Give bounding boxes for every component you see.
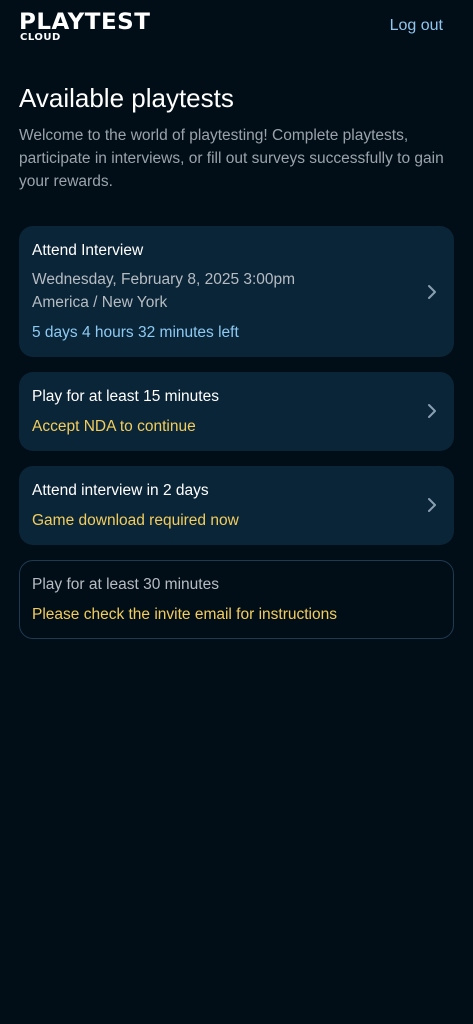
page-title: Available playtests [19, 83, 234, 113]
playtest-card-interview-2-days[interactable]: Attend interview in 2 days Game download… [19, 466, 454, 545]
card-countdown: 5 days 4 hours 32 minutes left [32, 324, 239, 341]
playtest-card-attend-interview[interactable]: Attend Interview Wednesday, February 8, … [19, 226, 454, 357]
card-title: Play for at least 15 minutes [32, 388, 219, 405]
intro-text: Welcome to the world of playtesting! Com… [19, 127, 444, 190]
app-header: PLAYTEST CLOUD Log out [0, 0, 473, 56]
card-title: Attend Interview [32, 242, 144, 259]
card-status: Game download required now [32, 512, 239, 529]
chevron-right-icon [428, 404, 436, 418]
card-status: Accept NDA to continue [32, 418, 196, 435]
playtest-card-play-30-minutes: Play for at least 30 minutes Please chec… [19, 560, 454, 639]
card-title: Play for at least 30 minutes [32, 576, 219, 593]
playtest-cloud-logo: PLAYTEST CLOUD [19, 12, 181, 44]
logo-wordmark: PLAYTEST [19, 10, 151, 35]
logo-subtitle: CLOUD [20, 32, 61, 43]
chevron-right-icon [428, 498, 436, 512]
logout-link[interactable]: Log out [390, 17, 443, 35]
card-status: Please check the invite email for instru… [32, 606, 337, 623]
playtest-card-play-15-minutes[interactable]: Play for at least 15 minutes Accept NDA … [19, 372, 454, 451]
card-timezone: America / New York [32, 294, 168, 311]
chevron-right-icon [428, 285, 436, 299]
card-date: Wednesday, February 8, 2025 3:00pm [32, 271, 296, 288]
card-title: Attend interview in 2 days [32, 482, 209, 499]
